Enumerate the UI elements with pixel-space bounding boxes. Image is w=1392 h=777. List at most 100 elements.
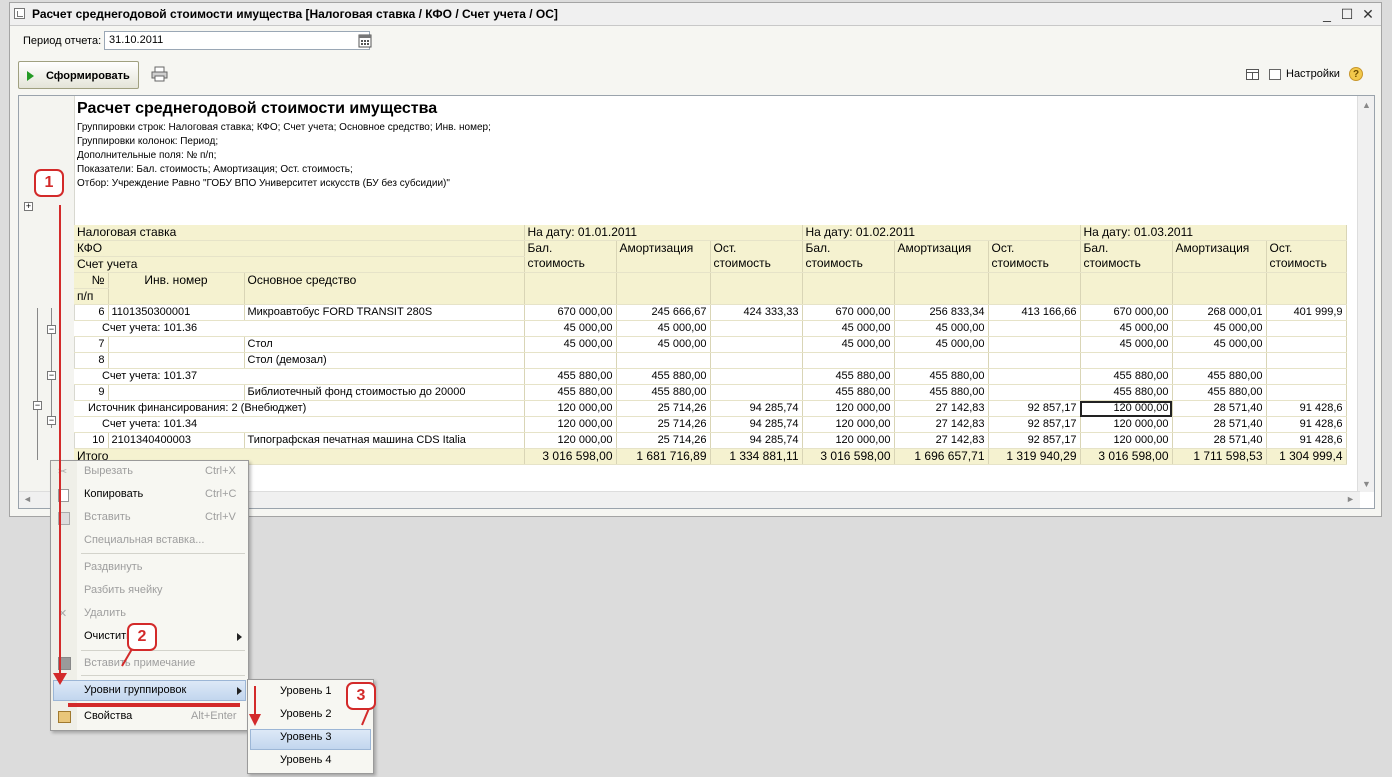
collapse-icon[interactable]: − xyxy=(47,325,56,334)
value-cell[interactable] xyxy=(894,352,989,369)
value-cell[interactable]: 25 714,26 xyxy=(616,432,711,449)
group-row[interactable]: Источник финансирования: 2 (Внебюджет) 12… xyxy=(74,400,1347,417)
scroll-left-icon[interactable]: ◄ xyxy=(23,494,32,504)
collapse-icon[interactable]: − xyxy=(33,401,42,410)
value-cell[interactable]: 120 000,00 xyxy=(802,416,895,433)
value-cell[interactable]: 28 571,40 xyxy=(1172,416,1267,433)
value-cell[interactable]: 455 880,00 xyxy=(1172,368,1267,385)
value-cell[interactable]: 28 571,40 xyxy=(1172,432,1267,449)
value-cell[interactable]: 455 880,00 xyxy=(616,368,711,385)
value-cell[interactable]: 45 000,00 xyxy=(524,320,617,337)
submenu-level-2[interactable]: Уровень 2 xyxy=(280,708,332,720)
total-cell[interactable]: 3 016 598,00 xyxy=(524,448,617,465)
value-cell[interactable]: 92 857,17 xyxy=(988,400,1081,417)
value-cell[interactable]: 455 880,00 xyxy=(1080,368,1173,385)
value-cell[interactable] xyxy=(1080,352,1173,369)
value-cell[interactable] xyxy=(1266,320,1347,337)
value-cell[interactable]: 27 142,83 xyxy=(894,416,989,433)
value-cell[interactable]: 45 000,00 xyxy=(802,320,895,337)
value-cell[interactable]: 45 000,00 xyxy=(616,336,711,353)
generate-button[interactable]: Сформировать xyxy=(18,61,139,89)
value-cell[interactable] xyxy=(1266,352,1347,369)
table-row[interactable]: 8 Стол (демозал) xyxy=(74,352,1347,369)
menu-item-paste-special[interactable]: Специальная вставка... xyxy=(84,534,204,546)
value-cell[interactable]: 45 000,00 xyxy=(1172,336,1267,353)
value-cell[interactable]: 45 000,00 xyxy=(616,320,711,337)
submenu-level-1[interactable]: Уровень 1 xyxy=(280,685,332,697)
value-cell[interactable]: 670 000,00 xyxy=(524,304,617,321)
value-cell[interactable]: 455 880,00 xyxy=(616,384,711,401)
value-cell[interactable]: 245 666,67 xyxy=(616,304,711,321)
value-cell[interactable] xyxy=(710,336,803,353)
value-cell[interactable]: 94 285,74 xyxy=(710,400,803,417)
collapse-icon[interactable]: − xyxy=(47,371,56,380)
total-cell[interactable]: 1 711 598,53 xyxy=(1172,448,1267,465)
value-cell[interactable] xyxy=(1266,384,1347,401)
value-cell[interactable] xyxy=(710,352,803,369)
value-cell[interactable]: 91 428,6 xyxy=(1266,432,1347,449)
value-cell[interactable] xyxy=(988,320,1081,337)
total-cell[interactable]: 3 016 598,00 xyxy=(802,448,895,465)
close-button[interactable]: ✕ xyxy=(1359,5,1377,23)
value-cell[interactable]: 92 857,17 xyxy=(988,416,1081,433)
menu-item-properties[interactable]: Свойства xyxy=(84,710,132,722)
value-cell[interactable]: 45 000,00 xyxy=(802,336,895,353)
value-cell[interactable]: 413 166,66 xyxy=(988,304,1081,321)
scroll-up-icon[interactable]: ▲ xyxy=(1362,100,1371,110)
value-cell[interactable]: 455 880,00 xyxy=(524,368,617,385)
value-cell[interactable]: 120 000,00 xyxy=(524,416,617,433)
value-cell[interactable] xyxy=(524,352,617,369)
menu-item-split[interactable]: Разбить ячейку xyxy=(84,584,163,596)
total-cell[interactable]: 3 016 598,00 xyxy=(1080,448,1173,465)
value-cell[interactable] xyxy=(988,352,1081,369)
report-table[interactable]: Налоговая ставка На дату: 01.01.2011 На … xyxy=(74,225,1347,465)
value-cell[interactable]: 670 000,00 xyxy=(1080,304,1173,321)
value-cell[interactable]: 94 285,74 xyxy=(710,416,803,433)
value-cell[interactable]: 455 880,00 xyxy=(894,384,989,401)
value-cell[interactable] xyxy=(710,320,803,337)
vertical-scrollbar[interactable]: ▲ ▼ xyxy=(1357,96,1374,492)
minimize-button[interactable]: _ xyxy=(1318,5,1336,23)
value-cell[interactable]: 455 880,00 xyxy=(1080,384,1173,401)
value-cell[interactable] xyxy=(616,352,711,369)
value-cell[interactable]: 401 999,9 xyxy=(1266,304,1347,321)
table-row[interactable]: 7 Стол 45 000,00 45 000,00 45 000,00 45 000,0… xyxy=(74,336,1347,353)
value-cell[interactable]: 120 000,00 xyxy=(524,400,617,417)
value-cell[interactable]: 120 000,00 xyxy=(1080,416,1173,433)
value-cell[interactable]: 25 714,26 xyxy=(616,416,711,433)
value-cell[interactable]: 45 000,00 xyxy=(1172,320,1267,337)
submenu-level-3[interactable]: Уровень 3 xyxy=(280,731,332,743)
settings-button[interactable]: Настройки xyxy=(1286,68,1340,80)
value-cell[interactable] xyxy=(1266,336,1347,353)
menu-item-group-levels[interactable]: Уровни группировок xyxy=(84,684,186,696)
menu-item-insert-note[interactable]: Вставить примечание xyxy=(84,657,195,669)
value-cell[interactable] xyxy=(802,352,895,369)
total-row[interactable]: Итого 3 016 598,00 1 681 716,89 1 334 881,1… xyxy=(74,448,1347,465)
value-cell[interactable]: 91 428,6 xyxy=(1266,416,1347,433)
scroll-down-icon[interactable]: ▼ xyxy=(1362,479,1371,489)
table-row[interactable]: 10 2101340400003 Типографская печатная маш… xyxy=(74,432,1347,449)
report-sheet[interactable]: + − − − − Расчет среднегодовой стоимости… xyxy=(18,95,1375,509)
value-cell[interactable] xyxy=(988,384,1081,401)
value-cell[interactable] xyxy=(710,368,803,385)
calendar-icon[interactable] xyxy=(358,33,372,48)
value-cell[interactable]: 91 428,6 xyxy=(1266,400,1347,417)
maximize-button[interactable]: ☐ xyxy=(1338,5,1356,23)
period-field[interactable]: 31.10.2011 xyxy=(104,31,370,50)
table-row[interactable]: 9 Библиотечный фонд стоимостью до 20000 45… xyxy=(74,384,1347,401)
menu-item-copy[interactable]: Копировать xyxy=(84,488,143,500)
value-cell[interactable] xyxy=(710,384,803,401)
group-row[interactable]: Счет учета: 101.34 120 000,00 25 714,26 94 … xyxy=(74,416,1347,433)
value-cell[interactable]: 28 571,40 xyxy=(1172,400,1267,417)
value-cell[interactable]: 455 880,00 xyxy=(802,368,895,385)
value-cell[interactable]: 455 880,00 xyxy=(894,368,989,385)
value-cell[interactable]: 424 333,33 xyxy=(710,304,803,321)
submenu-level-4[interactable]: Уровень 4 xyxy=(280,754,332,766)
group-row[interactable]: Счет учета: 101.36 45 000,00 45 000,00 45 0… xyxy=(74,320,1347,337)
value-cell[interactable]: 45 000,00 xyxy=(524,336,617,353)
value-cell[interactable] xyxy=(988,368,1081,385)
print-icon[interactable] xyxy=(151,66,169,82)
value-cell[interactable]: 268 000,01 xyxy=(1172,304,1267,321)
value-cell[interactable]: 25 714,26 xyxy=(616,400,711,417)
value-cell[interactable]: 120 000,00 xyxy=(1080,432,1173,449)
